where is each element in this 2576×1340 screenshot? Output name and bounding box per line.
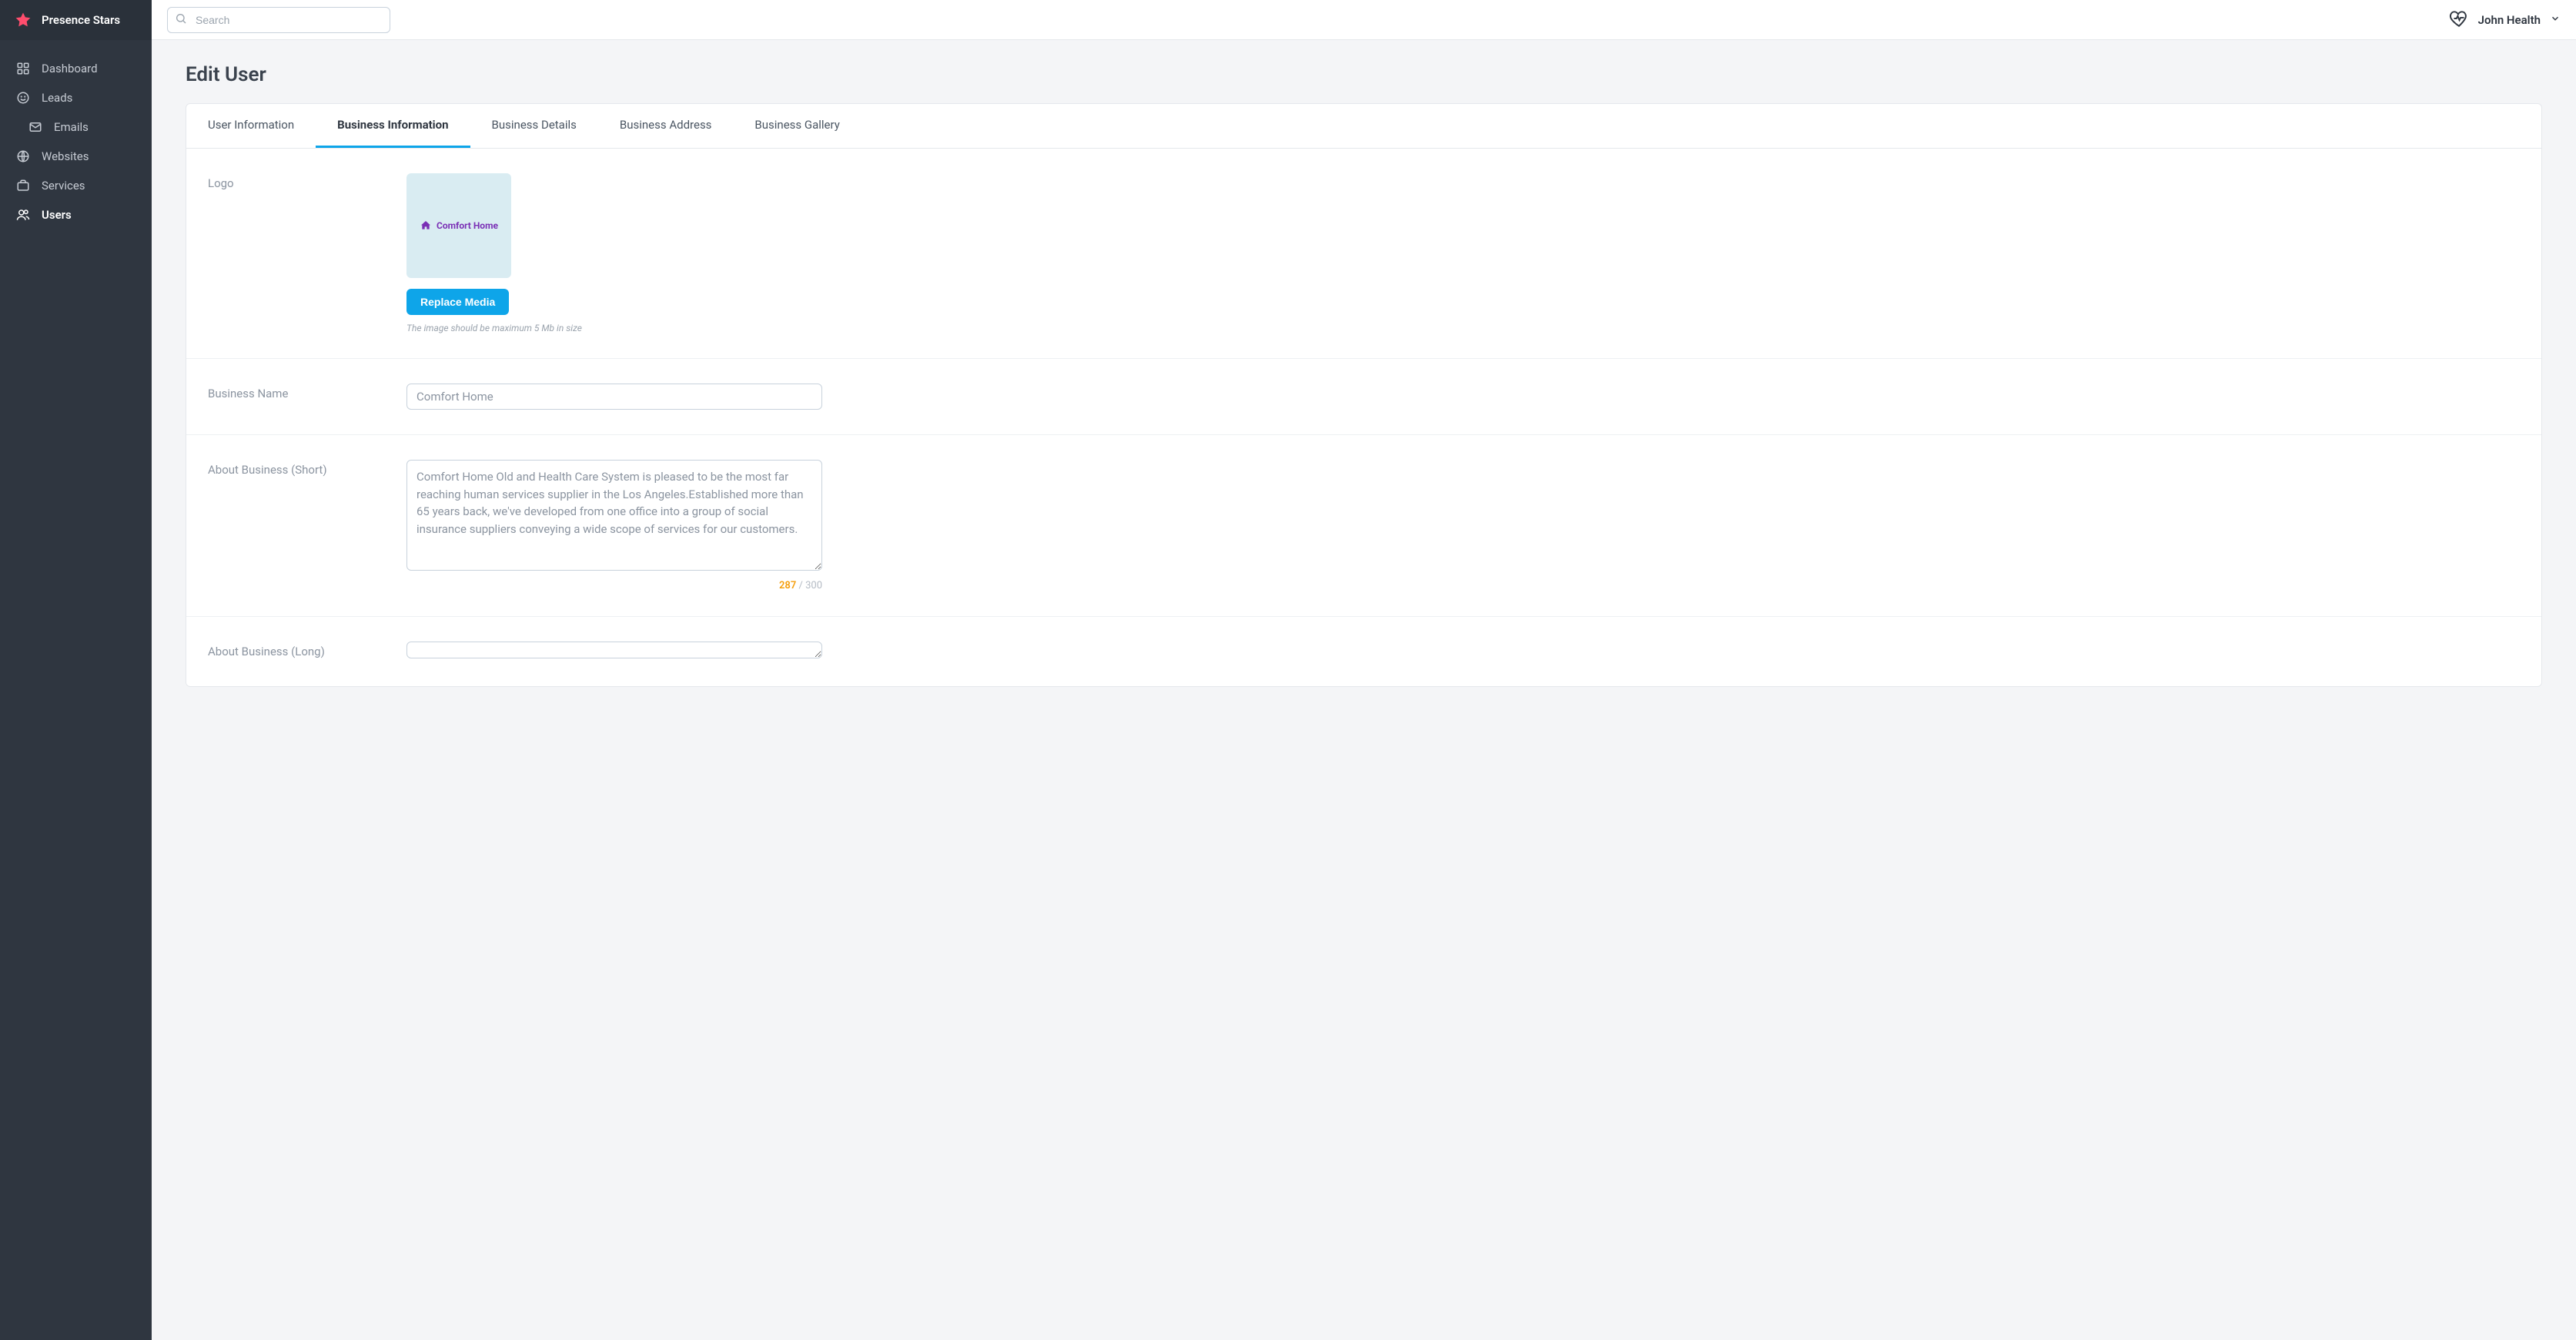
mail-icon (28, 120, 43, 134)
sidebar-item-label: Users (42, 208, 72, 222)
tab-business-details[interactable]: Business Details (470, 104, 598, 148)
briefcase-icon (15, 179, 31, 193)
tab-user-information[interactable]: User Information (186, 104, 316, 148)
about-long-label: About Business (Long) (208, 642, 370, 658)
star-icon (14, 11, 32, 29)
char-counter: 287 / 300 (406, 580, 822, 591)
about-short-textarea[interactable] (406, 460, 822, 571)
sidebar-item-services[interactable]: Services (0, 171, 152, 200)
business-name-label: Business Name (208, 384, 370, 400)
chevron-down-icon (2550, 13, 2561, 27)
sidebar-item-label: Emails (54, 120, 89, 134)
sidebar-item-websites[interactable]: Websites (0, 142, 152, 171)
profile-name: John Health (2478, 13, 2541, 27)
about-long-textarea[interactable] (406, 642, 822, 658)
heartbeat-icon (2449, 8, 2469, 32)
sidebar-item-emails[interactable]: Emails (0, 112, 152, 142)
about-short-label: About Business (Short) (208, 460, 370, 477)
search-wrap (167, 7, 390, 33)
sidebar-item-users[interactable]: Users (0, 200, 152, 229)
brand[interactable]: Presence Stars (0, 0, 152, 40)
tabs: User Information Business Information Bu… (186, 104, 2541, 149)
tab-business-gallery[interactable]: Business Gallery (733, 104, 861, 148)
content: Edit User User Information Business Info… (152, 40, 2576, 710)
sidebar-item-label: Websites (42, 149, 89, 163)
brand-name: Presence Stars (42, 13, 120, 27)
search-icon (175, 12, 187, 28)
char-count-max: 300 (805, 580, 822, 591)
topbar: John Health (152, 0, 2576, 40)
dashboard-icon (15, 62, 31, 75)
profile-menu[interactable]: John Health (2449, 8, 2561, 32)
sidebar-nav: Dashboard Leads Emails Websites (0, 40, 152, 243)
logo-hint: The image should be maximum 5 Mb in size (406, 323, 822, 333)
tab-business-information[interactable]: Business Information (316, 104, 470, 148)
sidebar: Presence Stars Dashboard Leads Emails (0, 0, 152, 1340)
sidebar-item-leads[interactable]: Leads (0, 83, 152, 112)
logo-preview: Comfort Home (406, 173, 511, 278)
replace-media-button[interactable]: Replace Media (406, 289, 509, 315)
search-input[interactable] (167, 7, 390, 33)
sidebar-item-dashboard[interactable]: Dashboard (0, 54, 152, 83)
logo-text: Comfort Home (437, 220, 498, 231)
logo-image: Comfort Home (420, 219, 498, 232)
sidebar-item-label: Leads (42, 91, 72, 105)
form-card: User Information Business Information Bu… (186, 103, 2542, 687)
logo-label: Logo (208, 173, 370, 190)
char-count-sep: / (796, 580, 805, 591)
sidebar-item-label: Dashboard (42, 62, 98, 75)
tab-business-address[interactable]: Business Address (598, 104, 734, 148)
users-icon (15, 208, 31, 222)
globe-icon (15, 149, 31, 163)
char-count-current: 287 (779, 580, 796, 591)
business-name-input[interactable] (406, 384, 822, 410)
sidebar-item-label: Services (42, 179, 85, 193)
page-title: Edit User (186, 63, 2542, 86)
smiley-icon (15, 91, 31, 105)
